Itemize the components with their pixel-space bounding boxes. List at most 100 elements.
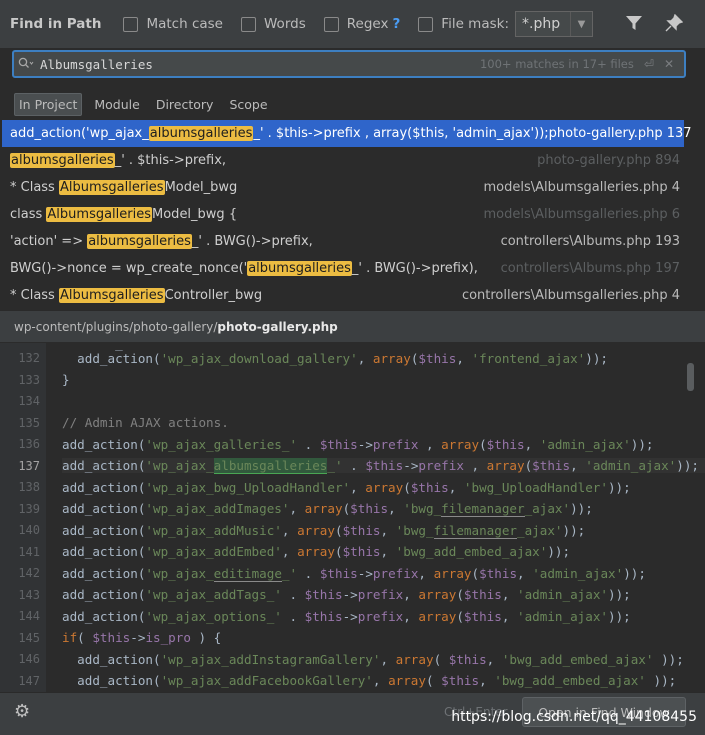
match-highlight: Albumsgalleries	[46, 207, 153, 222]
regex-label: Regex	[346, 16, 389, 32]
result-row[interactable]: * Class AlbumsgalleriesModel_bwg models\A…	[2, 174, 684, 201]
regex-checkbox[interactable]	[323, 16, 339, 32]
file-mask-select[interactable]: *.php ▼	[515, 11, 594, 37]
code-lines[interactable]: _ add_action('wp_ajax_download_gallery',…	[62, 343, 705, 692]
result-fragment: add_action('wp_ajax_	[10, 126, 149, 141]
regex-help-icon[interactable]: ?	[392, 16, 400, 32]
match-highlight: albumsgalleries	[10, 153, 115, 168]
code-line: // Admin AJAX actions.	[62, 415, 229, 430]
match-case-checkbox[interactable]	[123, 16, 139, 32]
result-fragment: * Class	[10, 180, 59, 195]
line-number: 146	[18, 652, 40, 666]
line-number: 133	[18, 372, 40, 387]
result-fragment: _' . BWG()->prefix),	[351, 261, 478, 276]
line-number: 144	[18, 609, 40, 623]
path-dir: wp-content/plugins/photo-gallery/	[14, 319, 218, 334]
line-number: 134	[18, 394, 40, 408]
code-line: _	[62, 343, 123, 351]
result-fragment: _' . $this->prefix , array($this, 'admin…	[253, 126, 549, 141]
result-row[interactable]: * Class AlbumsgalleriesController_bwg con…	[2, 282, 684, 309]
line-number: 145	[18, 630, 40, 645]
tab-module[interactable]: Module	[90, 94, 143, 115]
line-number: 139	[18, 501, 40, 516]
tab-scope[interactable]: Scope	[225, 94, 271, 115]
file-mask-checkbox[interactable]	[418, 16, 434, 32]
code-line: add_action('wp_ajax_download_gallery', a…	[62, 351, 608, 366]
code-line: add_action('wp_ajax_bwg_UploadHandler', …	[62, 480, 631, 495]
code-fragment: _	[115, 343, 123, 351]
match-highlight: albumsgalleries	[247, 261, 352, 276]
result-fragment: class	[10, 207, 47, 222]
line-number: 143	[18, 587, 40, 602]
code-line: add_action('wp_ajax_addMusic', array($th…	[62, 523, 586, 539]
code-line: }	[62, 372, 70, 387]
match-highlight: Albumsgalleries	[58, 288, 165, 303]
pin-icon[interactable]	[665, 13, 684, 36]
code-line: if( $this->is_pro ) {	[62, 630, 222, 645]
line-number: 142	[18, 566, 40, 580]
result-row[interactable]: 'action' => albumsgalleries_' . BWG()->p…	[2, 228, 684, 255]
match-highlight: albumsgalleries	[148, 126, 254, 141]
words-checkbox[interactable]	[241, 16, 256, 32]
result-location: photo-gallery.php 137	[548, 126, 692, 141]
code-line: add_action('wp_ajax_addEmbed', array($th…	[62, 544, 571, 559]
result-fragment: _' . BWG()->prefix,	[191, 234, 313, 249]
match-highlight: albumsgalleries	[87, 234, 192, 249]
code-line: add_action('wp_ajax_options_' . $this->p…	[62, 609, 631, 624]
result-fragment: Model_bwg	[164, 180, 238, 195]
result-row[interactable]: albumsgalleries_' . $this->prefix, photo-…	[2, 147, 684, 174]
match-case-label: Match case	[146, 16, 223, 32]
result-location: controllers\Albumsgalleries.php 4	[461, 288, 680, 303]
result-row[interactable]: BWG()->nonce = wp_create_nonce('albumsga…	[2, 255, 684, 282]
code-line-current: add_action('wp_ajax_albumsgalleries_' . …	[62, 458, 705, 474]
result-location: models\Albumsgalleries.php 4	[483, 180, 680, 195]
dialog-title: Find in Path	[10, 16, 102, 32]
search-field[interactable]: 100+ matches in 17+ files ⏎ ✕	[12, 50, 686, 78]
words-option[interactable]: Words	[241, 16, 306, 32]
line-number: 132	[18, 351, 40, 365]
result-text: * Class AlbumsgalleriesModel_bwg	[10, 180, 237, 195]
result-text: albumsgalleries_' . $this->prefix,	[10, 153, 226, 168]
result-text: * Class AlbumsgalleriesController_bwg	[10, 288, 262, 303]
file-mask-label: File mask:	[441, 16, 510, 32]
result-location: models\Albumsgalleries.php 6	[483, 207, 680, 222]
gear-icon[interactable]: ⚙	[14, 701, 30, 722]
result-text: add_action('wp_ajax_albumsgalleries_' . …	[10, 126, 549, 141]
code-line: add_action('wp_ajax_galleries_' . $this-…	[62, 437, 654, 452]
search-input[interactable]	[40, 56, 480, 72]
magnifier-icon[interactable]	[18, 57, 40, 72]
code-line: add_action('wp_ajax_addFacebookGallery',…	[62, 673, 677, 688]
result-fragment: Model_bwg {	[152, 207, 238, 222]
result-location: controllers\Albums.php 197	[500, 261, 680, 276]
code-line: add_action('wp_ajax_addInstagramGallery'…	[62, 652, 684, 667]
result-text: 'action' => albumsgalleries_' . BWG()->p…	[10, 234, 313, 249]
file-path-bar: wp-content/plugins/photo-gallery/photo-g…	[0, 310, 705, 342]
path-file: photo-gallery.php	[217, 319, 338, 334]
match-highlight: Albumsgalleries	[58, 180, 165, 195]
chevron-down-icon[interactable]: ▼	[570, 12, 592, 36]
line-number: 136	[18, 437, 40, 451]
result-row[interactable]: add_action('wp_ajax_albumsgalleries_' . …	[2, 120, 692, 147]
match-case-option[interactable]: Match case	[123, 16, 223, 32]
code-preview[interactable]: 132 133 134 135 136 137 138 139 140 141 142 143 144 1…	[0, 343, 705, 692]
tab-in-project[interactable]: In Project	[14, 93, 83, 116]
result-fragment: * Class	[10, 288, 59, 303]
tab-directory[interactable]: Directory	[152, 94, 218, 115]
result-location: controllers\Albums.php 193	[500, 234, 680, 249]
clear-icon[interactable]: ✕	[664, 57, 674, 71]
result-row[interactable]: class AlbumsgalleriesModel_bwg { models\A…	[2, 201, 684, 228]
bottom-bar: ⚙ Ctrl+Enter Open in Find Window https:/…	[0, 692, 705, 735]
code-line: add_action('wp_ajax_editimage_' . $this-…	[62, 566, 646, 582]
result-fragment: BWG()->nonce = wp_create_nonce('	[10, 261, 248, 276]
vertical-scrollbar[interactable]	[687, 363, 694, 391]
regex-option[interactable]: Regex ?	[323, 16, 400, 32]
match-count: 100+ matches in 17+ files	[479, 57, 634, 71]
new-line-icon[interactable]: ⏎	[644, 57, 654, 71]
watermark-text: https://blog.csdn.net/qq_44108455	[451, 709, 697, 725]
scope-tabs: In Project Module Directory Scope	[14, 93, 280, 116]
line-number: 141	[18, 544, 40, 559]
line-number: 135	[18, 415, 40, 430]
filter-icon[interactable]	[625, 14, 643, 36]
code-line: add_action('wp_ajax_addTags_' . $this->p…	[62, 587, 631, 602]
file-mask-option[interactable]: File mask: *.php ▼	[418, 11, 594, 37]
